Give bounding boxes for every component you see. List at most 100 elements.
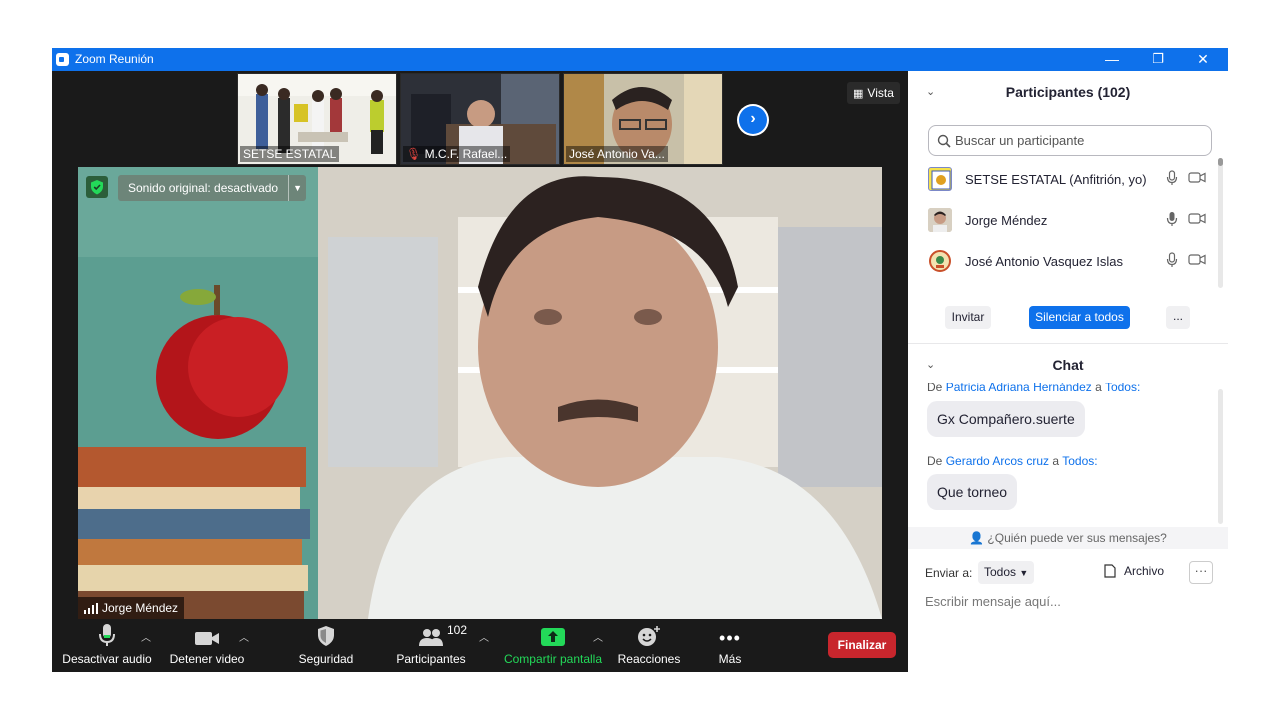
participant-row[interactable]: SETSE ESTATAL (Anfitrión, yo): [908, 159, 1228, 200]
to-word: a: [1095, 383, 1102, 394]
from-prefix: De: [927, 383, 943, 394]
more-dots-icon: •••: [719, 628, 741, 648]
chat-privacy-link[interactable]: 👤 ¿Quién puede ver sus mensajes?: [908, 527, 1228, 549]
title-bar: Zoom Reunión — ❐ ✕: [52, 48, 1228, 71]
invite-button[interactable]: Invitar: [945, 306, 991, 329]
chat-more-button[interactable]: ···: [1189, 561, 1213, 584]
participants-button[interactable]: 102 Participantes: [391, 619, 471, 672]
chat-scrollbar[interactable]: [1218, 389, 1223, 524]
sender-name[interactable]: Gerardo Arcos cruz: [946, 454, 1049, 468]
share-screen-label: Compartir pantalla: [503, 652, 603, 666]
video-options-caret-icon[interactable]: ︿: [239, 629, 249, 644]
zoom-window: Zoom Reunión — ❐ ✕ SETSE ESTATAL 🎙 M.C.F…: [52, 48, 1228, 672]
mute-audio-button[interactable]: Desactivar audio: [62, 619, 152, 672]
reactions-button[interactable]: Reacciones: [616, 619, 682, 672]
participant-name: SETSE ESTATAL (Anfitrión, yo): [965, 172, 1147, 187]
thumbnail-video[interactable]: 🎙 M.C.F. Rafael...: [400, 73, 560, 165]
from-prefix: De: [927, 454, 943, 468]
view-button[interactable]: ▦ Vista: [847, 82, 900, 104]
security-button[interactable]: Seguridad: [292, 619, 360, 672]
more-button[interactable]: ••• Más: [706, 619, 754, 672]
video-stage: SETSE ESTATAL 🎙 M.C.F. Rafael... José An…: [52, 71, 908, 672]
active-speaker-video[interactable]: Sonido original: desactivado ▼ Jorge Mén…: [78, 167, 882, 619]
signal-bars-icon: [84, 602, 98, 614]
send-to-select[interactable]: Todos ▼: [978, 561, 1035, 584]
restore-button[interactable]: ❐: [1135, 48, 1181, 71]
encryption-shield-icon[interactable]: [86, 176, 108, 198]
sender-name[interactable]: Patricia Adriana Hernández: [946, 383, 1092, 394]
security-label: Seguridad: [298, 652, 354, 666]
share-screen-button[interactable]: Compartir pantalla: [500, 619, 606, 672]
file-icon: [1104, 564, 1116, 578]
chat-title: Chat: [1052, 357, 1084, 373]
emoji-smile-icon: [638, 626, 660, 646]
thumbnail-video[interactable]: José Antonio Va...: [563, 73, 723, 165]
original-sound-toggle[interactable]: Sonido original: desactivado ▼: [118, 175, 307, 201]
stop-video-button[interactable]: Detener video: [165, 619, 249, 672]
participants-title: Participantes (102): [1005, 84, 1131, 100]
next-page-button[interactable]: ›: [737, 104, 769, 136]
chevron-down-icon: ▼: [1019, 568, 1029, 578]
end-meeting-button[interactable]: Finalizar: [828, 632, 896, 658]
chat-message-header: De Patricia Adriana Hernández a Todos:: [927, 383, 1140, 394]
thumbnail-video[interactable]: SETSE ESTATAL: [237, 73, 397, 165]
participants-more-button[interactable]: ...: [1166, 306, 1190, 329]
participant-row[interactable]: José Antonio Vasquez Islas: [908, 241, 1228, 282]
participants-options-caret-icon[interactable]: ︿: [479, 629, 489, 644]
security-shield-icon: [318, 626, 334, 646]
meeting-toolbar: Desactivar audio ︿ Detener video ︿ Segur…: [52, 619, 908, 672]
participants-header: ⌄ Participantes (102): [908, 77, 1228, 107]
speaker-video-image: [78, 167, 882, 619]
muted-mic-icon: 🎙: [406, 147, 422, 161]
participants-label: Participantes: [396, 652, 466, 666]
recipient-name[interactable]: Todos:: [1062, 454, 1097, 468]
view-label: Vista: [867, 86, 894, 100]
window-title: Zoom Reunión: [75, 52, 154, 66]
send-to-value: Todos: [984, 565, 1017, 579]
collapse-chevron-icon[interactable]: ⌄: [926, 350, 935, 380]
video-camera-icon[interactable]: [1188, 253, 1206, 269]
mute-audio-label: Desactivar audio: [62, 652, 152, 666]
recipient-name[interactable]: Todos:: [1105, 383, 1140, 394]
participant-row[interactable]: Jorge Méndez: [908, 200, 1228, 241]
chat-message-input[interactable]: Escribir mensaje aquí...: [925, 594, 1061, 609]
close-button[interactable]: ✕: [1180, 48, 1226, 71]
video-camera-icon[interactable]: [1188, 212, 1206, 228]
collapse-chevron-icon[interactable]: ⌄: [926, 77, 935, 107]
thumbnail-name: SETSE ESTATAL: [240, 146, 340, 162]
reactions-label: Reacciones: [617, 652, 681, 666]
chat-message-bubble: Gx Compañero.suerte: [927, 401, 1085, 437]
microphone-icon[interactable]: [1166, 211, 1178, 230]
grid-icon: ▦: [853, 87, 864, 100]
audio-options-caret-icon[interactable]: ︿: [141, 629, 151, 644]
search-icon: [937, 134, 951, 148]
video-camera-icon[interactable]: [1188, 171, 1206, 187]
chat-message-bubble: Que torneo: [927, 474, 1018, 510]
section-divider: [908, 343, 1228, 344]
participants-icon: [419, 629, 443, 646]
file-label: Archivo: [1124, 564, 1165, 578]
participant-list-scrollbar[interactable]: [1218, 158, 1223, 288]
mute-all-button[interactable]: Silenciar a todos: [1029, 306, 1130, 329]
chat-header: ⌄ Chat: [908, 350, 1228, 380]
chevron-down-icon[interactable]: ▼: [288, 175, 306, 201]
chat-messages: De Patricia Adriana Hernández a Todos: G…: [908, 383, 1228, 525]
avatar: [928, 167, 952, 191]
participant-count: 102: [447, 623, 468, 637]
privacy-text: ¿Quién puede ver sus mensajes?: [987, 531, 1167, 545]
person-lock-icon: 👤: [969, 531, 985, 545]
participant-list: SETSE ESTATAL (Anfitrión, yo) Jorge Ménd…: [908, 159, 1228, 289]
file-button[interactable]: Archivo: [1104, 564, 1164, 578]
participant-name: Jorge Méndez: [965, 213, 1048, 228]
zoom-logo-icon: [56, 53, 69, 66]
participant-name: José Antonio Vasquez Islas: [965, 254, 1124, 269]
minimize-button[interactable]: —: [1089, 48, 1135, 71]
video-camera-icon: [195, 632, 219, 645]
share-options-caret-icon[interactable]: ︿: [593, 629, 603, 644]
thumbnail-name: José Antonio Va...: [566, 146, 668, 162]
microphone-icon[interactable]: [1166, 170, 1178, 189]
side-panel: ⌄ Participantes (102) Buscar un particip…: [908, 71, 1228, 672]
participant-search-input[interactable]: Buscar un participante: [928, 125, 1212, 156]
microphone-icon[interactable]: [1166, 252, 1178, 271]
microphone-icon: [99, 624, 115, 646]
